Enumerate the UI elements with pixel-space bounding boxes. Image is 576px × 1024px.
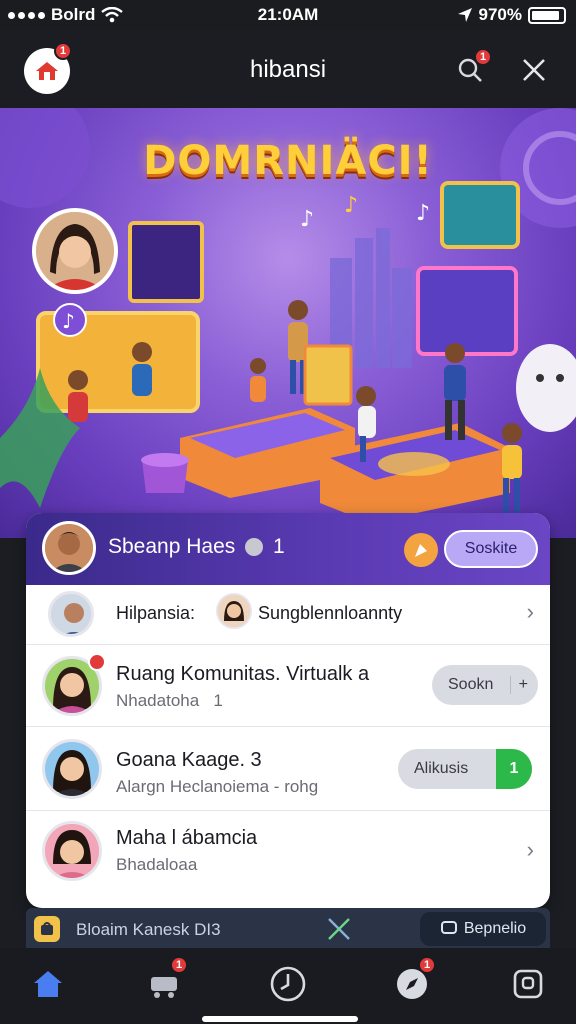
close-button[interactable] <box>516 52 552 88</box>
swords-icon[interactable] <box>326 916 352 942</box>
party-icon <box>415 544 427 557</box>
close-icon <box>523 59 545 81</box>
row-avatar <box>42 739 102 799</box>
svg-text:♪: ♪ <box>300 207 314 232</box>
home-icon <box>34 971 62 997</box>
tab-home[interactable] <box>26 962 70 1006</box>
strip-button[interactable]: Bepnelio <box>420 912 546 946</box>
person-avatar-icon <box>51 594 91 634</box>
activate-button[interactable]: Alikusis 1 <box>398 749 532 789</box>
person-avatar-icon <box>45 824 99 878</box>
online-dot <box>88 653 106 671</box>
status-right: 970% <box>457 5 566 25</box>
tab-profile[interactable] <box>506 962 550 1006</box>
profile-icon <box>513 969 543 999</box>
row-title: Maha l ábamcia <box>116 827 258 849</box>
cart-badge: 1 <box>170 956 188 974</box>
tab-explore[interactable]: 1 <box>390 956 436 1006</box>
hero-avatar[interactable] <box>32 208 118 294</box>
row-left-label: Hilpansia: <box>116 603 196 623</box>
search-button[interactable]: 1 <box>452 48 492 88</box>
card-header-name: Sbeanp Haes 1 <box>108 535 285 558</box>
person-avatar-icon <box>45 524 93 572</box>
person-avatar-icon <box>45 742 99 796</box>
list-item[interactable]: Maha l ábamcia Bhadaloaa › <box>26 811 550 891</box>
battery-icon <box>528 6 566 24</box>
location-icon <box>457 8 472 22</box>
row-title: Goana Kaage. 3 <box>116 749 262 771</box>
card-header: Sbeanp Haes 1 Soskite <box>26 513 550 585</box>
hero-banner[interactable]: ♪ ♪ ♪ ♪ DOMRNIÄCI! <box>0 108 576 538</box>
row-avatar <box>42 821 102 881</box>
community-card: Sbeanp Haes 1 Soskite Hilpansia: Sungble… <box>26 513 550 908</box>
tab-bar: 1 1 <box>0 948 576 1024</box>
strip-label: Bloaim Kanesk DI3 <box>76 920 221 939</box>
status-bar: Bolrd 21:0AM 970% <box>0 0 576 30</box>
svg-text:♪: ♪ <box>62 309 75 333</box>
chevron-right-icon[interactable]: › <box>527 837 534 863</box>
clock-icon <box>270 966 306 1002</box>
list-item[interactable]: Goana Kaage. 3 Alargn Heclanoiema - rohg… <box>26 727 550 811</box>
hero-title: DOMRNIÄCI! <box>143 138 433 184</box>
home-indicator <box>202 1016 358 1022</box>
row-subtitle: Nhadatoha 1 <box>116 691 223 710</box>
row-right-label: Sungblennloannty <box>258 603 403 623</box>
tab-activity[interactable] <box>266 962 310 1006</box>
join-button[interactable]: Sookn + <box>432 665 538 705</box>
card-header-button[interactable]: Soskite <box>444 530 538 568</box>
explore-badge: 1 <box>418 956 436 974</box>
battery-percent: 970% <box>478 5 522 24</box>
row-avatar <box>48 591 94 637</box>
svg-text:♪: ♪ <box>416 201 430 226</box>
list-item[interactable]: Hilpansia: Sungblennloannty › <box>26 585 550 645</box>
settings-badge-icon <box>245 538 264 557</box>
search-badge: 1 <box>474 48 492 66</box>
tab-cart[interactable]: 1 <box>142 956 188 1006</box>
row-title: Ruang Komunitas. Virtualk a <box>116 663 370 685</box>
list-item[interactable]: Ruang Komunitas. Virtualk a Nhadatoha 1 … <box>26 645 550 727</box>
bottom-strip: Bloaim Kanesk DI3 Bepnelio <box>26 908 550 948</box>
person-avatar-icon <box>36 212 114 290</box>
person-avatar-icon <box>218 595 250 627</box>
bag-icon[interactable] <box>34 916 60 942</box>
svg-text:♪: ♪ <box>344 193 358 218</box>
row-subtitle: Alargn Heclanoiema - rohg <box>116 777 319 796</box>
chevron-right-icon[interactable]: › <box>527 599 534 625</box>
party-icon-button[interactable] <box>404 533 438 567</box>
row-small-avatar <box>216 593 252 629</box>
app-header: 1 hibansi 1 <box>0 30 576 108</box>
card-header-avatar[interactable] <box>42 521 96 575</box>
row-subtitle: Bhadaloaa <box>116 855 198 874</box>
chat-icon <box>440 921 457 934</box>
